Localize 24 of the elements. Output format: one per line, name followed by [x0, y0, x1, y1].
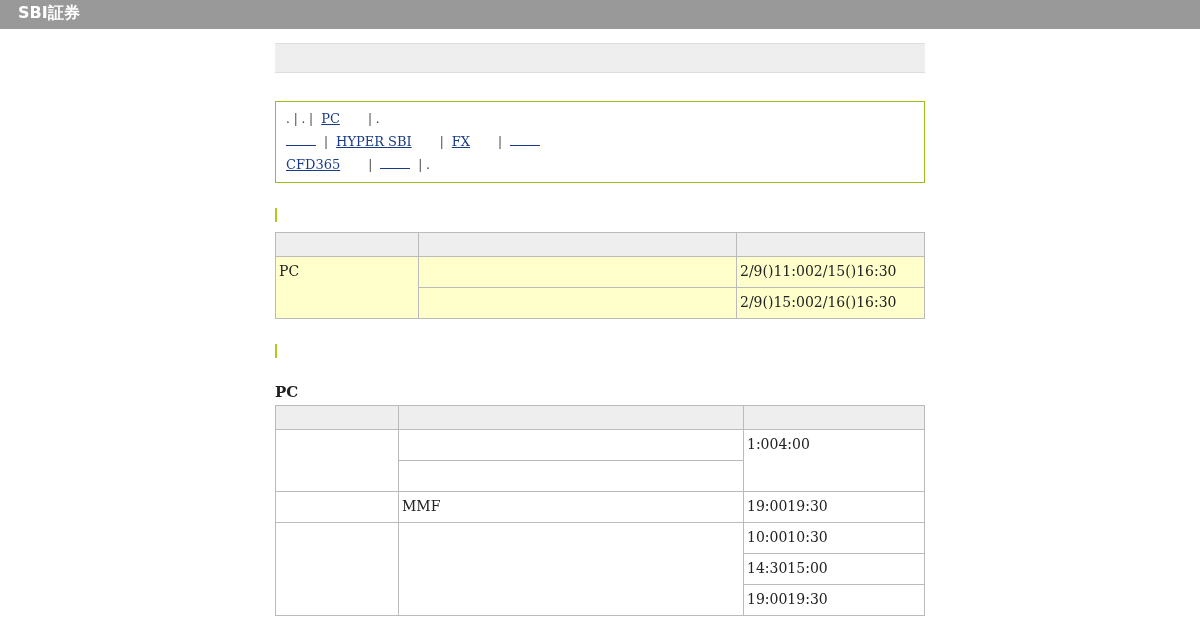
separator-text: . | . |	[286, 111, 314, 128]
table-cell: PC	[276, 257, 419, 319]
table-cell: 2/9()15:002/16()16:30	[737, 288, 925, 319]
table-cell: 2/9()11:002/15()16:30	[737, 257, 925, 288]
separator-text: | .	[418, 157, 430, 174]
notice-link[interactable]: FX	[451, 132, 491, 152]
table-cell: 14:3015:00	[744, 554, 925, 585]
separator-text: |	[498, 134, 503, 151]
table-cell: 1:004:00	[744, 430, 925, 492]
table-caption: PC	[275, 383, 300, 401]
heading-marker	[275, 344, 277, 358]
heading-marker	[275, 208, 277, 222]
separator-text: |	[368, 157, 373, 174]
separator-text: |	[439, 134, 444, 151]
table-cell: 19:0019:30	[744, 492, 925, 523]
separator-text: | .	[367, 111, 380, 128]
notice-link[interactable]: HYPER SBI	[336, 132, 432, 152]
separator-text: |	[324, 134, 329, 151]
logo: SBI証券	[18, 2, 80, 24]
notice-link[interactable]: CFD365	[286, 155, 361, 175]
table-cell: 19:0019:30	[744, 585, 925, 616]
table-cell: MMF	[399, 492, 744, 523]
table-cell: 10:0010:30	[744, 523, 925, 554]
notice-link[interactable]: PC	[321, 109, 360, 129]
